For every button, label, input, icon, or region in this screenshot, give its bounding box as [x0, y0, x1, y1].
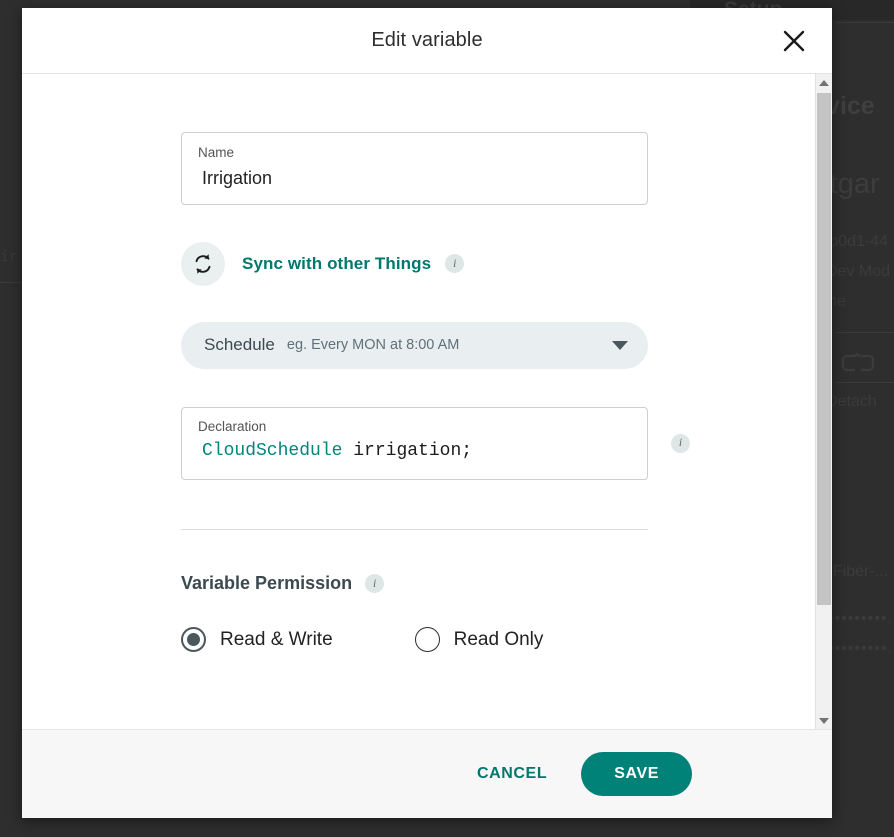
name-input[interactable]: Name Irrigation	[181, 132, 648, 205]
radio-unselected-icon	[414, 627, 440, 653]
background-detach-label: Detach	[826, 393, 877, 410]
sync-label[interactable]: Sync with other Things	[242, 254, 431, 274]
declaration-type: CloudSchedule	[202, 441, 343, 462]
background-divider	[836, 382, 894, 383]
sync-icon-button[interactable]	[181, 241, 225, 286]
variable-permission-title: Variable Permission	[181, 573, 353, 594]
dialog-body: Name Irrigation Sync with other Things i…	[22, 74, 832, 729]
variable-form: Name Irrigation Sync with other Things i…	[22, 74, 815, 653]
dialog-footer: CANCEL SAVE	[22, 729, 832, 818]
name-label: Name	[198, 145, 235, 160]
declaration-row: Declaration CloudSchedule irrigation; i	[181, 406, 815, 481]
info-icon[interactable]: i	[671, 433, 690, 453]
dialog-header: Edit variable	[22, 8, 832, 74]
schedule-dropdown[interactable]: Schedule eg. Every MON at 8:00 AM	[181, 321, 648, 369]
background-uuid: -b0d1-44	[824, 233, 889, 250]
info-icon[interactable]: i	[365, 574, 385, 594]
variable-permission-header: Variable Permission i	[181, 573, 815, 594]
info-icon[interactable]: i	[445, 254, 465, 274]
radio-read-write[interactable]: Read & Write	[181, 627, 333, 653]
scroll-up-button[interactable]	[816, 74, 832, 91]
save-button[interactable]: SAVE	[581, 752, 692, 796]
declaration-field[interactable]: Declaration CloudSchedule irrigation;	[181, 406, 648, 481]
edit-variable-dialog: Edit variable Name Irrigation Sync with …	[22, 8, 832, 818]
chevron-down-icon	[612, 340, 628, 350]
sync-with-things-row[interactable]: Sync with other Things i	[181, 241, 815, 286]
background-device-heading: vice	[826, 92, 875, 120]
background-network-name: oFiber-...	[824, 563, 889, 580]
background-divider	[836, 22, 894, 23]
background-divider	[0, 282, 22, 283]
sync-icon	[195, 253, 211, 274]
background-divider	[836, 332, 894, 333]
name-value: Irrigation	[202, 167, 273, 188]
schedule-placeholder: eg. Every MON at 8:00 AM	[286, 337, 460, 354]
close-button[interactable]	[776, 23, 812, 59]
declaration-label: Declaration	[198, 418, 267, 434]
dialog-scroll-area: Name Irrigation Sync with other Things i…	[22, 74, 815, 729]
cancel-button[interactable]: CANCEL	[469, 755, 555, 793]
page-title: Edit variable	[371, 29, 483, 51]
permission-radio-group: Read & Write Read Only	[181, 627, 815, 653]
vertical-scrollbar[interactable]	[815, 74, 832, 729]
scroll-down-arrow-icon	[819, 717, 829, 724]
scroll-down-button[interactable]	[816, 712, 832, 729]
background-dev-mode: Dev Mod	[826, 263, 891, 280]
scrollbar-thumb[interactable]	[817, 93, 831, 605]
broken-link-icon	[842, 353, 874, 372]
background-left-code: ir	[0, 249, 19, 266]
declaration-code: CloudSchedule irrigation;	[198, 438, 631, 465]
radio-selected-icon	[181, 627, 206, 653]
schedule-label: Schedule	[204, 335, 275, 355]
section-divider	[181, 529, 648, 531]
radio-read-only-label: Read Only	[453, 628, 544, 650]
background-secret-two: •••••••••...	[828, 640, 894, 657]
scroll-up-arrow-icon	[819, 79, 829, 86]
close-icon	[783, 30, 805, 51]
radio-read-write-label: Read & Write	[220, 628, 333, 650]
radio-read-only[interactable]: Read Only	[414, 627, 544, 653]
declaration-variable: irrigation;	[342, 441, 473, 462]
background-secret-one: •••••••••...	[828, 610, 894, 627]
